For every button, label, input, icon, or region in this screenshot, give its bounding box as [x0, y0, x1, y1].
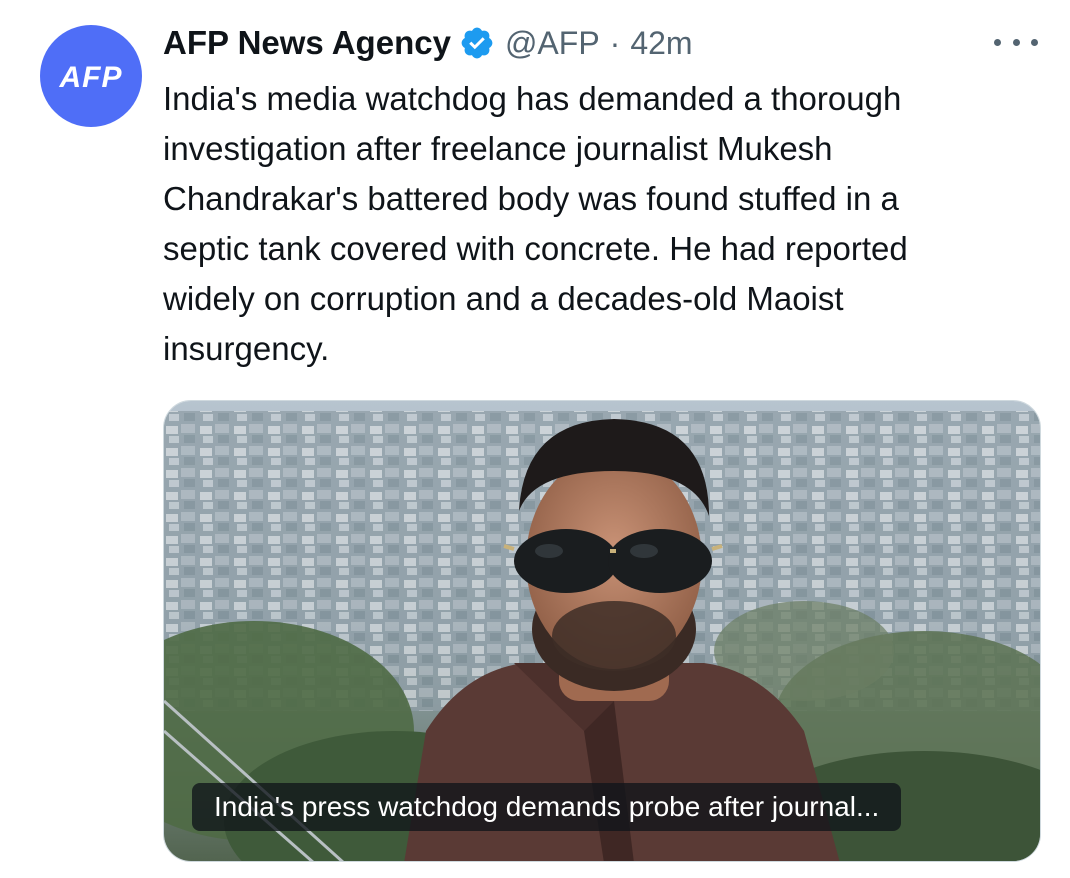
more-dot [994, 38, 1001, 46]
tweet-header: AFP News Agency @AFP · 42m [163, 20, 693, 66]
author-handle[interactable]: @AFP [505, 25, 600, 62]
separator-dot: · [609, 24, 621, 61]
link-card[interactable]: India's press watchdog demands probe aft… [163, 400, 1041, 862]
more-dot [1031, 38, 1038, 46]
timestamp[interactable]: 42m [630, 25, 692, 62]
more-dot [1012, 38, 1020, 46]
tweet-text: India's media watchdog has demanded a th… [163, 80, 908, 367]
more-horizontal-icon[interactable] [994, 30, 1038, 54]
verified-badge-icon [459, 25, 495, 61]
tweet[interactable]: AFP AFP News Agency @AFP · 42m India's m… [0, 0, 1070, 878]
link-card-caption: India's press watchdog demands probe aft… [192, 783, 902, 831]
afp-logo: AFP [59, 61, 123, 94]
author-name[interactable]: AFP News Agency [163, 24, 451, 62]
avatar[interactable]: AFP [40, 25, 142, 127]
